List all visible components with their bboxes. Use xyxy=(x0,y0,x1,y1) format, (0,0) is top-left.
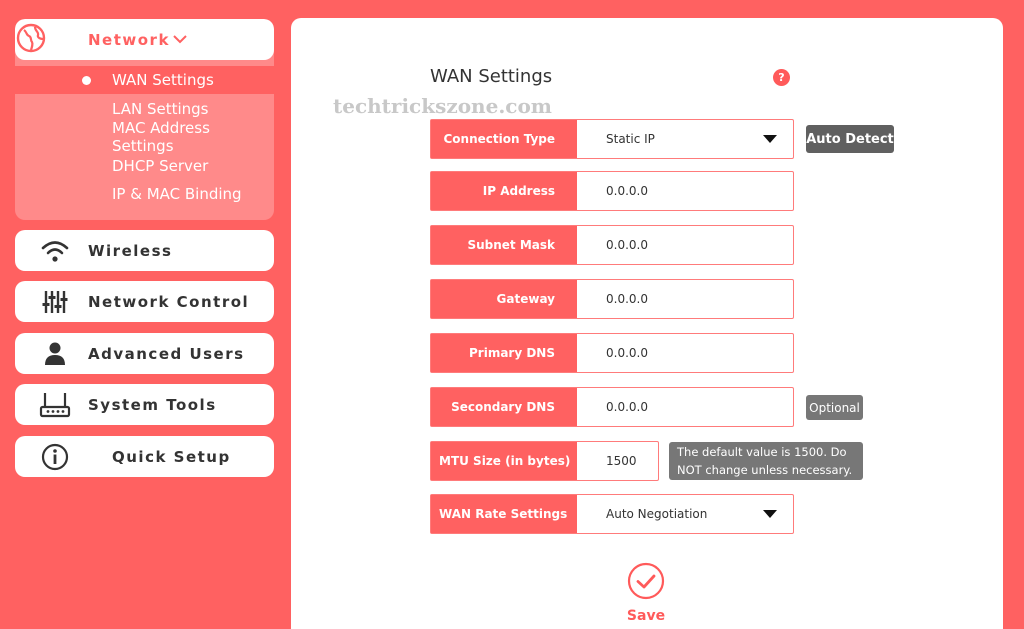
submenu-label: MAC Address Settings xyxy=(112,119,210,155)
wan-rate-select[interactable]: WAN Rate Settings Auto Negotiation xyxy=(430,494,794,534)
secondary-dns-value: 0.0.0.0 xyxy=(606,400,648,414)
submenu-label: WAN Settings xyxy=(112,71,214,89)
dropdown-caret-icon xyxy=(763,135,777,143)
secondary-dns-label: Secondary DNS xyxy=(431,388,577,426)
primary-dns-value: 0.0.0.0 xyxy=(606,346,648,360)
menu-network-control[interactable]: Network Control xyxy=(15,281,274,322)
subnet-mask-value: 0.0.0.0 xyxy=(606,238,648,252)
menu-advanced-users-label: Advanced Users xyxy=(88,344,245,363)
mtu-hint-tooltip: The default value is 1500. Do NOT change… xyxy=(669,442,863,480)
menu-wireless[interactable]: Wireless xyxy=(15,230,274,271)
ip-address-field[interactable]: IP Address 0.0.0.0 xyxy=(430,171,794,211)
wifi-icon xyxy=(39,235,71,267)
optional-badge: Optional xyxy=(806,395,863,420)
mtu-size-label: MTU Size (in bytes) xyxy=(431,442,577,480)
gateway-field[interactable]: Gateway 0.0.0.0 xyxy=(430,279,794,319)
save-button[interactable]: Save xyxy=(625,608,667,624)
check-circle-icon[interactable] xyxy=(627,562,665,600)
menu-advanced-users[interactable]: Advanced Users xyxy=(15,333,274,374)
menu-network-label: Network xyxy=(88,30,170,49)
wan-settings-panel: WAN Settings ? techtrickszone.com Connec… xyxy=(291,18,1003,629)
menu-system-tools[interactable]: System Tools xyxy=(15,384,274,425)
user-icon xyxy=(39,338,71,370)
help-icon[interactable]: ? xyxy=(773,69,790,86)
ip-address-value: 0.0.0.0 xyxy=(606,184,648,198)
info-icon xyxy=(39,441,71,473)
dropdown-caret-icon xyxy=(763,510,777,518)
menu-network[interactable]: Network xyxy=(15,19,274,60)
submenu-label: LAN Settings xyxy=(112,100,209,118)
gateway-label: Gateway xyxy=(431,280,577,318)
ip-address-label: IP Address xyxy=(431,172,577,210)
submenu-label: IP & MAC Binding xyxy=(112,185,242,203)
menu-wireless-label: Wireless xyxy=(88,241,173,260)
subnet-mask-field[interactable]: Subnet Mask 0.0.0.0 xyxy=(430,225,794,265)
sliders-icon xyxy=(39,286,71,318)
connection-type-value: Static IP xyxy=(606,132,655,146)
auto-detect-button[interactable]: Auto Detect xyxy=(806,125,894,153)
network-menu-group: Network WAN Settings LAN Settings MAC Ad… xyxy=(15,19,274,220)
router-icon xyxy=(39,389,71,421)
wan-rate-value: Auto Negotiation xyxy=(606,507,708,521)
submenu-label: DHCP Server xyxy=(112,157,209,175)
primary-dns-field[interactable]: Primary DNS 0.0.0.0 xyxy=(430,333,794,373)
connection-type-label: Connection Type xyxy=(431,120,577,158)
page-title: WAN Settings xyxy=(430,66,553,87)
menu-quick-setup[interactable]: Quick Setup xyxy=(15,436,274,477)
primary-dns-label: Primary DNS xyxy=(431,334,577,372)
mtu-size-value: 1500 xyxy=(606,454,637,468)
secondary-dns-field[interactable]: Secondary DNS 0.0.0.0 xyxy=(430,387,794,427)
chevron-down-icon xyxy=(172,31,188,51)
connection-type-select[interactable]: Connection Type Static IP xyxy=(430,119,794,159)
menu-quick-setup-label: Quick Setup xyxy=(112,447,231,466)
watermark: techtrickszone.com xyxy=(333,94,552,118)
submenu-wan-settings[interactable]: WAN Settings xyxy=(15,66,274,94)
gateway-value: 0.0.0.0 xyxy=(606,292,648,306)
subnet-mask-label: Subnet Mask xyxy=(431,226,577,264)
wan-rate-label: WAN Rate Settings xyxy=(431,495,577,533)
globe-icon xyxy=(15,22,47,58)
mtu-size-field[interactable]: MTU Size (in bytes) 1500 xyxy=(430,441,659,481)
submenu-ip-mac-binding[interactable]: IP & MAC Binding xyxy=(15,180,274,208)
active-dot xyxy=(82,75,91,85)
submenu-mac-address-settings[interactable]: MAC Address Settings xyxy=(15,119,274,155)
menu-network-control-label: Network Control xyxy=(88,292,250,311)
menu-system-tools-label: System Tools xyxy=(88,395,217,414)
submenu-dhcp-server[interactable]: DHCP Server xyxy=(15,152,274,180)
